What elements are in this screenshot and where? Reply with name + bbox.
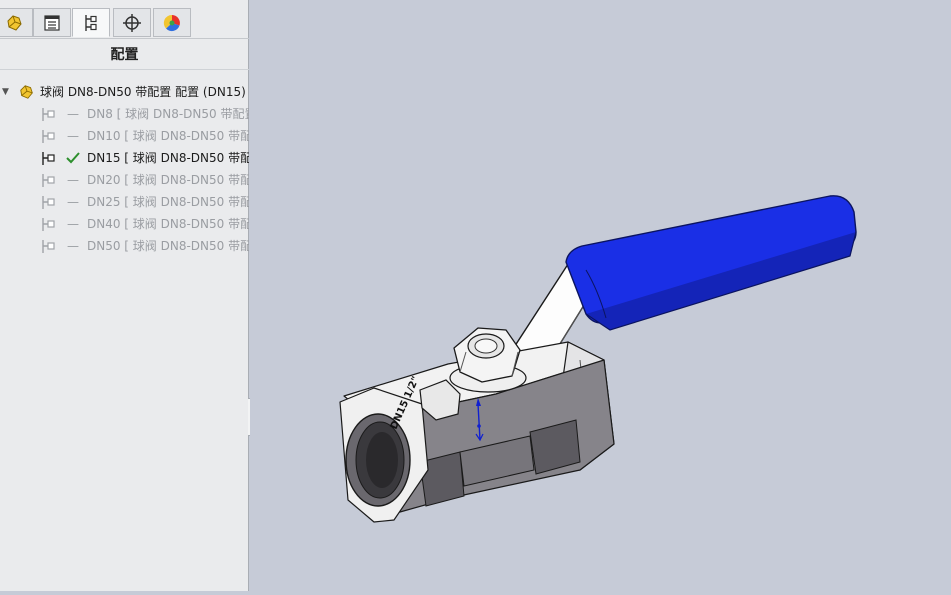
- configuration-icon: [85, 14, 97, 31]
- tab-dimxpert-manager[interactable]: [113, 8, 151, 37]
- appearance-pie-icon: [163, 14, 180, 31]
- configuration-item[interactable]: — DN10 [ 球阀 DN8-DN50 带配置 ]: [0, 126, 249, 146]
- graphics-viewport[interactable]: DN15 1/2": [250, 0, 951, 591]
- configuration-label: DN20 [ 球阀 DN8-DN50 带配置 ]: [87, 173, 249, 187]
- inactive-dash-icon: —: [67, 217, 79, 231]
- tree-root-label: 球阀 DN8-DN50 带配置 配置 (DN15): [40, 85, 246, 99]
- configuration-label: DN25 [ 球阀 DN8-DN50 带配置 ]: [87, 195, 249, 209]
- configuration-manager-panel: 配置 ▼ 球阀 DN8-DN50 带配置 配置 (DN15) — DN8 [ 球阀…: [0, 0, 258, 591]
- ball-valve-model[interactable]: DN15 1/2": [250, 0, 951, 591]
- configuration-label: DN40 [ 球阀 DN8-DN50 带配置 ]: [87, 217, 249, 231]
- configuration-item[interactable]: DN15 [ 球阀 DN8-DN50 带配置 ]: [0, 148, 249, 168]
- part-icon: [7, 14, 22, 31]
- manager-tab-bar: [0, 8, 249, 39]
- panel-title: 配置: [110, 47, 139, 63]
- configuration-label: DN50 [ 球阀 DN8-DN50 带配置 ]: [87, 239, 249, 253]
- configuration-label: DN15 [ 球阀 DN8-DN50 带配置 ]: [87, 151, 249, 165]
- property-list-icon: [44, 14, 60, 31]
- inactive-dash-icon: —: [67, 107, 79, 121]
- part-icon: [18, 84, 36, 102]
- configuration-item[interactable]: — DN50 [ 球阀 DN8-DN50 带配置 ]: [0, 236, 249, 256]
- configuration-icon: [40, 129, 58, 146]
- configuration-icon: [40, 151, 58, 168]
- configuration-item[interactable]: — DN8 [ 球阀 DN8-DN50 带配置 ]: [0, 104, 249, 124]
- configuration-item[interactable]: — DN20 [ 球阀 DN8-DN50 带配置 ]: [0, 170, 249, 190]
- panel-grip-icon: [115, 0, 121, 14]
- tree-root-item[interactable]: ▼ 球阀 DN8-DN50 带配置 配置 (DN15): [0, 82, 249, 102]
- configuration-icon: [40, 195, 58, 212]
- active-check-icon: [66, 148, 80, 168]
- configuration-label: DN8 [ 球阀 DN8-DN50 带配置 ]: [87, 107, 249, 121]
- tab-configuration-manager[interactable]: [72, 8, 110, 37]
- tab-property-manager[interactable]: [33, 8, 71, 37]
- tab-display-manager[interactable]: [153, 8, 191, 37]
- divider: [0, 69, 249, 70]
- crosshair-icon: [123, 13, 141, 32]
- collapse-arrow-icon[interactable]: ▼: [2, 82, 9, 102]
- inactive-dash-icon: —: [67, 129, 79, 143]
- configuration-item[interactable]: — DN25 [ 球阀 DN8-DN50 带配置 ]: [0, 192, 249, 212]
- configuration-icon: [40, 173, 58, 190]
- inactive-dash-icon: —: [67, 173, 79, 187]
- configuration-label: DN10 [ 球阀 DN8-DN50 带配置 ]: [87, 129, 249, 143]
- configuration-icon: [40, 217, 58, 234]
- configuration-item[interactable]: — DN40 [ 球阀 DN8-DN50 带配置 ]: [0, 214, 249, 234]
- inactive-dash-icon: —: [67, 239, 79, 253]
- configuration-icon: [40, 239, 58, 256]
- tab-feature-manager[interactable]: [0, 8, 33, 37]
- configuration-icon: [40, 107, 58, 124]
- inactive-dash-icon: —: [67, 195, 79, 209]
